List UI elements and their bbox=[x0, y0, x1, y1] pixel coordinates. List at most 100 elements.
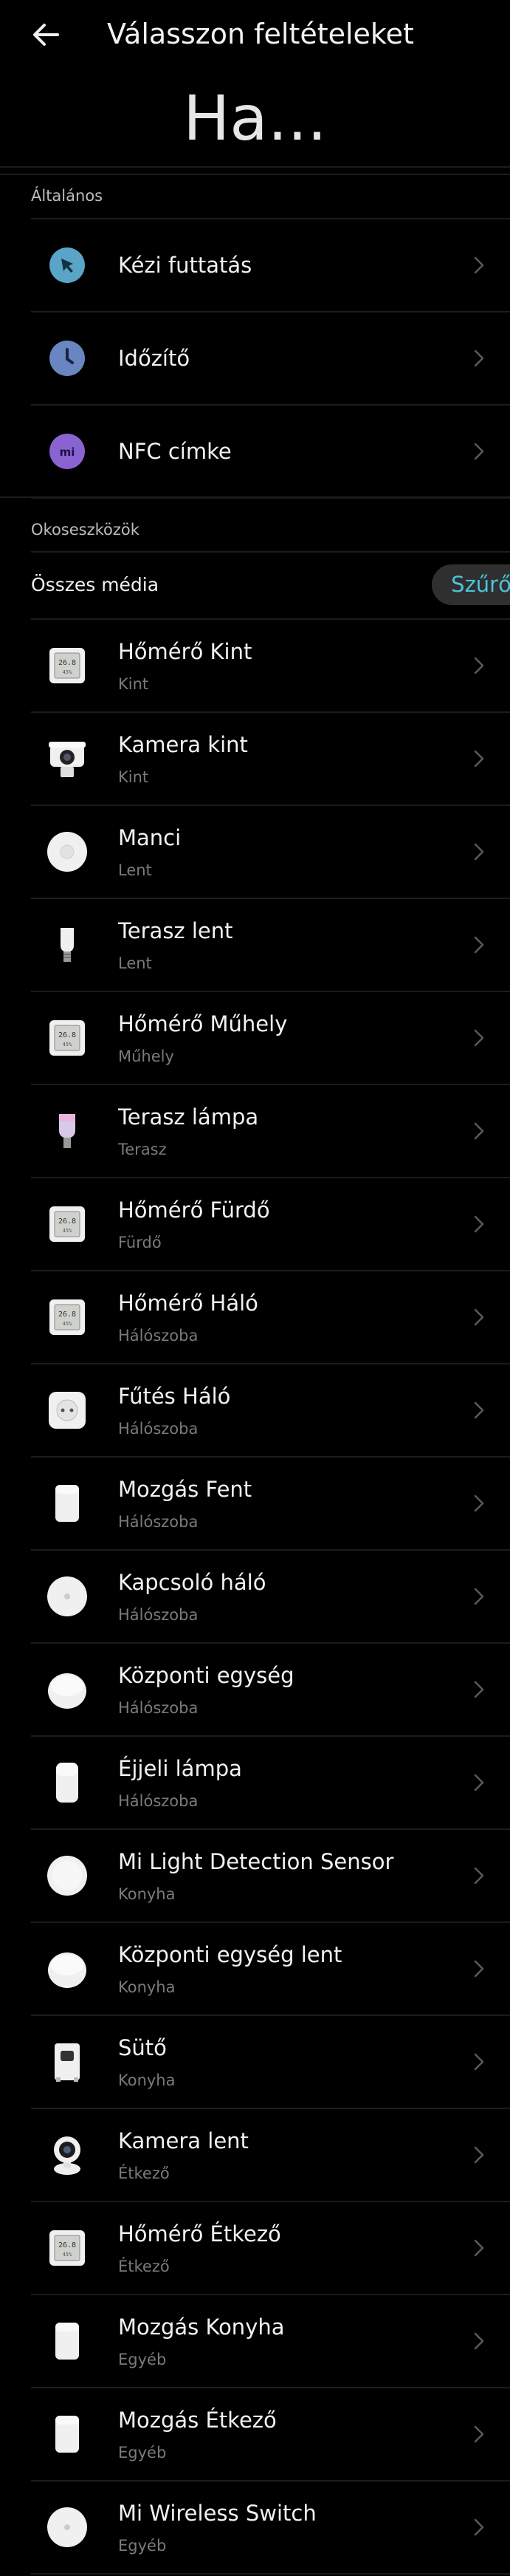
hub-icon bbox=[46, 1668, 89, 1711]
divider bbox=[31, 551, 510, 553]
oven-icon bbox=[46, 2040, 89, 2083]
chevron-right-icon bbox=[474, 1308, 484, 1326]
device-row[interactable]: Éjjeli lámpa Hálószoba bbox=[31, 1737, 510, 1830]
device-room: Étkező bbox=[118, 2165, 170, 2182]
chevron-right-icon bbox=[474, 443, 484, 460]
divider bbox=[0, 174, 510, 175]
svg-text:45%: 45% bbox=[63, 1228, 72, 1234]
filter-button[interactable]: Szűrő bbox=[432, 564, 510, 605]
back-arrow-icon[interactable] bbox=[28, 16, 65, 53]
wireless-switch-icon bbox=[46, 1575, 89, 1618]
device-row[interactable]: Terasz lámpa Terasz bbox=[31, 1085, 510, 1178]
device-row[interactable]: Mozgás Konyha Egyéb bbox=[31, 2295, 510, 2388]
device-row[interactable]: Fűtés Háló Hálószoba bbox=[31, 1364, 510, 1458]
device-row[interactable]: 26.8 45% Hőmérő Fürdő Fürdő bbox=[31, 1178, 510, 1271]
device-name: Mi Wireless Switch bbox=[118, 2501, 317, 2526]
general-item-3[interactable]: mi NFC címke bbox=[31, 406, 510, 499]
manual-run-icon bbox=[46, 244, 89, 287]
general-item-label: Időzítő bbox=[118, 346, 190, 371]
device-name: Sütő bbox=[118, 2035, 167, 2060]
device-row[interactable]: Mi Wireless Switch Egyéb bbox=[31, 2481, 510, 2575]
device-room: Egyéb bbox=[118, 2444, 167, 2461]
general-item-1[interactable]: Kézi futtatás bbox=[31, 219, 510, 312]
device-row[interactable]: Mozgás Étkező Egyéb bbox=[31, 2388, 510, 2481]
chevron-right-icon bbox=[474, 750, 484, 768]
device-row[interactable]: Kamera kint Kint bbox=[31, 713, 510, 806]
chevron-right-icon bbox=[474, 843, 484, 861]
device-row[interactable]: 26.8 45% Hőmérő Kint Kint bbox=[31, 620, 510, 713]
device-room: Műhely bbox=[118, 1048, 174, 1065]
device-name: Hőmérő Fürdő bbox=[118, 1198, 270, 1223]
device-room: Lent bbox=[118, 861, 152, 879]
device-name: Mozgás Fent bbox=[118, 1477, 252, 1502]
device-row[interactable]: Terasz lent Lent bbox=[31, 899, 510, 992]
device-name: Mozgás Étkező bbox=[118, 2408, 277, 2433]
thermometer-icon: 26.8 45% bbox=[46, 1203, 89, 1246]
chevron-right-icon bbox=[474, 1960, 484, 1978]
svg-text:26.8: 26.8 bbox=[58, 2241, 76, 2249]
thermometer-icon: 26.8 45% bbox=[46, 644, 89, 687]
chevron-right-icon bbox=[474, 2053, 484, 2071]
chevron-right-icon bbox=[474, 936, 484, 954]
nfc-icon: mi bbox=[46, 430, 89, 473]
device-row[interactable]: Központi egység lent Konyha bbox=[31, 1923, 510, 2016]
general-item-2[interactable]: Időzítő bbox=[31, 312, 510, 406]
color-bulb-icon bbox=[46, 1110, 89, 1152]
device-row[interactable]: 26.8 45% Hőmérő Háló Hálószoba bbox=[31, 1271, 510, 1364]
chevron-right-icon bbox=[474, 1867, 484, 1885]
svg-text:26.8: 26.8 bbox=[58, 1031, 76, 1039]
night-lamp-icon bbox=[46, 1761, 89, 1804]
device-room: Étkező bbox=[118, 2258, 170, 2275]
device-name: Kamera lent bbox=[118, 2128, 249, 2153]
chevron-right-icon bbox=[474, 2239, 484, 2257]
chevron-right-icon bbox=[474, 256, 484, 274]
device-name: Hőmérő Étkező bbox=[118, 2221, 281, 2247]
device-row[interactable]: Sütő Konyha bbox=[31, 2016, 510, 2109]
chevron-right-icon bbox=[474, 349, 484, 367]
indoor-camera-icon bbox=[46, 2133, 89, 2176]
device-name: Terasz lámpa bbox=[118, 1104, 259, 1130]
device-room: Hálószoba bbox=[118, 1513, 199, 1531]
device-room: Hálószoba bbox=[118, 1327, 199, 1345]
section-general-label: Általános bbox=[31, 187, 103, 205]
device-room: Egyéb bbox=[118, 2537, 167, 2555]
device-name: Központi egység bbox=[118, 1663, 294, 1688]
device-row[interactable]: Kapcsoló háló Hálószoba bbox=[31, 1551, 510, 1644]
svg-text:45%: 45% bbox=[63, 1321, 72, 1327]
device-name: Hőmérő Műhely bbox=[118, 1011, 288, 1036]
device-room: Fürdő bbox=[118, 1234, 162, 1251]
device-row[interactable]: Manci Lent bbox=[31, 806, 510, 899]
device-room: Kint bbox=[118, 675, 149, 693]
device-room: Terasz bbox=[118, 1141, 167, 1158]
page-title: Válasszon feltételeket bbox=[107, 18, 414, 50]
device-row[interactable]: Mozgás Fent Hálószoba bbox=[31, 1458, 510, 1551]
device-name: Manci bbox=[118, 825, 182, 850]
chevron-right-icon bbox=[474, 1029, 484, 1047]
chevron-right-icon bbox=[474, 2425, 484, 2443]
hub-icon bbox=[46, 1947, 89, 1990]
svg-text:26.8: 26.8 bbox=[58, 1217, 76, 1226]
thermometer-icon: 26.8 45% bbox=[46, 2227, 89, 2269]
chevron-right-icon bbox=[474, 1494, 484, 1512]
motion-sensor-icon bbox=[46, 2320, 89, 2363]
device-name: Mozgás Konyha bbox=[118, 2314, 285, 2340]
device-row[interactable]: Kamera lent Étkező bbox=[31, 2109, 510, 2202]
svg-text:26.8: 26.8 bbox=[58, 659, 76, 667]
svg-text:26.8: 26.8 bbox=[58, 1311, 76, 1319]
device-room: Hálószoba bbox=[118, 1699, 199, 1717]
device-row[interactable]: 26.8 45% Hőmérő Műhely Műhely bbox=[31, 992, 510, 1085]
general-item-label: NFC címke bbox=[118, 439, 232, 464]
device-name: Kapcsoló háló bbox=[118, 1570, 266, 1595]
device-row[interactable]: Mi Light Detection Sensor Konyha bbox=[31, 1830, 510, 1923]
device-row[interactable]: 26.8 45% Hőmérő Étkező Étkező bbox=[31, 2202, 510, 2295]
thermometer-icon: 26.8 45% bbox=[46, 1017, 89, 1059]
device-row[interactable]: Központi egység Hálószoba bbox=[31, 1644, 510, 1737]
device-room: Kint bbox=[118, 768, 149, 786]
device-name: Hőmérő Háló bbox=[118, 1291, 258, 1316]
device-room: Hálószoba bbox=[118, 1420, 199, 1438]
device-name: Hőmérő Kint bbox=[118, 639, 252, 664]
device-name: Mi Light Detection Sensor bbox=[118, 1849, 394, 1874]
wireless-switch-icon bbox=[46, 2506, 89, 2549]
bulb-icon bbox=[46, 923, 89, 966]
chevron-right-icon bbox=[474, 1122, 484, 1140]
